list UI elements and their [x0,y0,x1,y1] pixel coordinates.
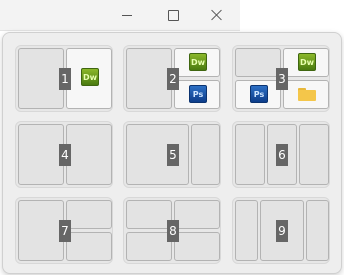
snap-zone[interactable] [126,48,172,109]
photoshop-icon: Ps [250,85,268,103]
close-button[interactable] [194,0,240,30]
snap-zone[interactable] [66,124,112,185]
snap-zone[interactable]: Dw [283,48,329,77]
snap-zone[interactable] [174,200,220,229]
snap-zone[interactable] [66,200,112,229]
minimize-button[interactable] [104,0,150,30]
snap-layout-4[interactable]: 4 [15,121,113,188]
layout-number: 7 [59,220,71,242]
snap-layout-9[interactable]: 9 [232,197,330,264]
snap-layout-1[interactable]: Dw 1 [15,45,113,112]
snap-zone[interactable] [174,232,220,261]
snap-layout-3[interactable]: Dw Ps 3 [232,45,330,112]
layout-number: 6 [276,144,288,166]
maximize-icon [167,9,179,21]
snap-zone[interactable] [126,232,172,261]
dreamweaver-icon: Dw [298,53,316,71]
snap-layout-6[interactable]: 6 [232,121,330,188]
snap-layout-5[interactable]: 5 [123,121,221,188]
snap-zone[interactable] [235,124,265,185]
folder-icon [298,88,316,101]
snap-layout-7[interactable]: 7 [15,197,113,264]
layout-number: 4 [59,144,71,166]
snap-zone[interactable] [126,200,172,229]
maximize-button[interactable] [150,0,196,30]
snap-zone[interactable] [283,80,329,109]
snap-zone[interactable] [235,200,258,261]
snap-zone[interactable] [18,124,64,185]
snap-zone[interactable]: Dw [174,48,220,77]
layout-number: 8 [167,220,179,242]
layout-number: 5 [167,144,179,166]
snap-zone[interactable]: Dw [66,48,112,109]
snap-zone[interactable] [299,124,329,185]
layout-number: 2 [167,68,179,90]
snap-layout-2[interactable]: Dw Ps 2 [123,45,221,112]
snap-zone[interactable]: Ps [174,80,220,109]
minimize-icon [122,14,132,16]
snap-zone[interactable] [191,124,220,185]
snap-zone[interactable]: Ps [235,80,281,109]
close-icon [211,9,223,21]
layout-number: 3 [276,68,288,90]
photoshop-icon: Ps [189,85,207,103]
layout-number: 9 [276,220,288,242]
dreamweaver-icon: Dw [189,53,207,71]
dreamweaver-icon: Dw [81,68,99,86]
snap-zone[interactable] [66,232,112,261]
snap-zone[interactable] [235,48,281,77]
snap-zone[interactable] [126,124,189,185]
snap-layout-8[interactable]: 8 [123,197,221,264]
snap-zone[interactable] [306,200,329,261]
layout-number: 1 [59,68,71,90]
window-titlebar [0,0,240,31]
snap-zone[interactable] [18,200,64,261]
snap-layouts-flyout: Dw 1 Dw Ps 2 Dw Ps 3 4 5 6 7 8 9 [2,32,342,274]
snap-zone[interactable] [18,48,64,109]
